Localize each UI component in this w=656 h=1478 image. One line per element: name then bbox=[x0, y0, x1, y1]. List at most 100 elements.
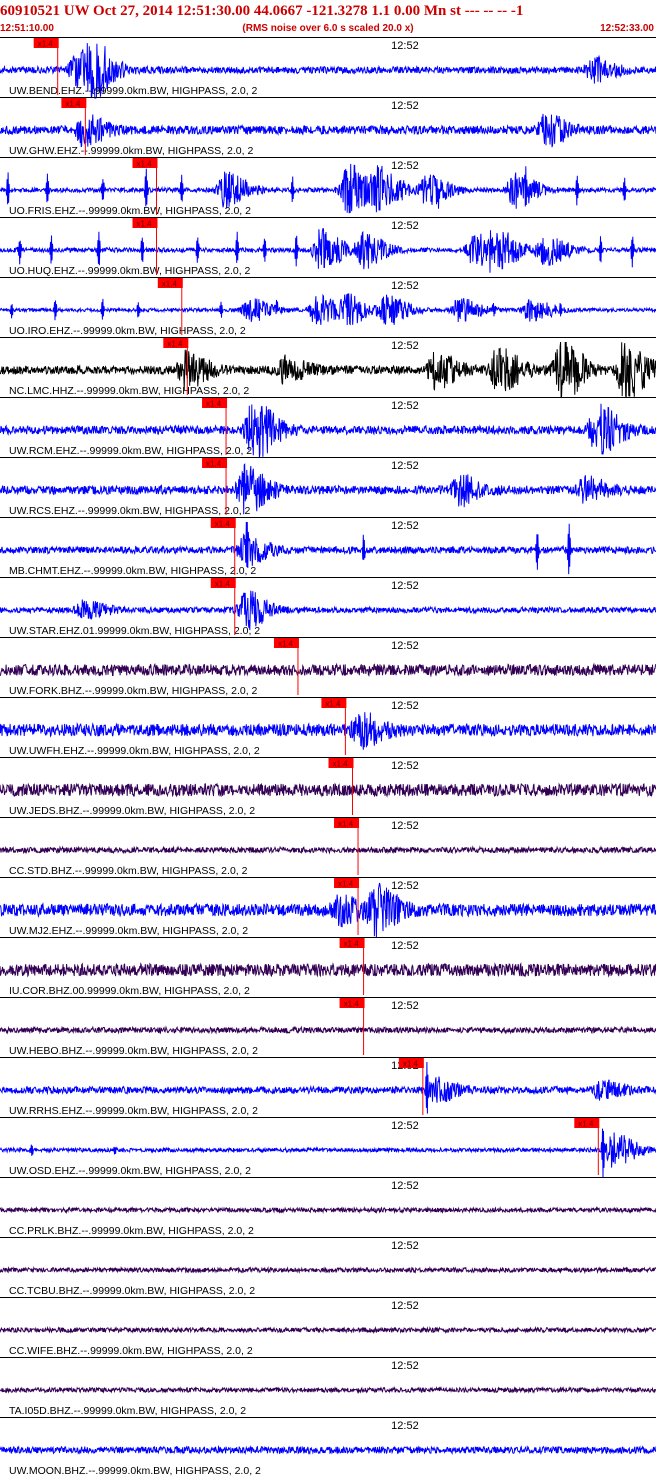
minute-label: 12:52 bbox=[391, 1240, 419, 1252]
station-label: UW.GHW.EHZ.--.99999.0km.BW, HIGHPASS, 2.… bbox=[9, 145, 253, 157]
pick-label: x1.4 bbox=[578, 1120, 594, 1129]
pick-label: x1.4 bbox=[65, 100, 81, 109]
station-label: CC.TCBU.BHZ.--.99999.0km.BW, HIGHPASS, 2… bbox=[9, 1285, 255, 1297]
trace-row: 12:52 UW.JEDS.BHZ.--.99999.0km.BW, HIGHPA… bbox=[0, 757, 656, 817]
seismogram-plot: 12:52 UW.BEND.EHZ.--.99999.0km.BW, HIGHPA… bbox=[0, 37, 656, 1477]
minute-label: 12:52 bbox=[391, 640, 419, 652]
minute-label: 12:52 bbox=[391, 340, 419, 352]
station-label: UW.STAR.EHZ.01.99999.0km.BW, HIGHPASS, 2… bbox=[9, 625, 260, 637]
waveform-trace bbox=[0, 1444, 656, 1456]
minute-label: 12:52 bbox=[391, 280, 419, 292]
minute-label: 12:52 bbox=[391, 400, 419, 412]
minute-label: 12:52 bbox=[391, 880, 419, 892]
trace-row: 12:52 UW.STAR.EHZ.01.99999.0km.BW, HIGHPA… bbox=[0, 577, 656, 637]
minute-label: 12:52 bbox=[391, 220, 419, 232]
minute-label: 12:52 bbox=[391, 40, 419, 52]
station-label: UW.UWFH.EHZ.--.99999.0km.BW, HIGHPASS, 2… bbox=[9, 745, 260, 757]
trace-row: 12:52 UW.RCM.EHZ.--.99999.0km.BW, HIGHPAS… bbox=[0, 397, 656, 458]
station-label: TA.I05D.BHZ.--.99999.0km.BW, HIGHPASS, 2… bbox=[9, 1405, 246, 1417]
station-label: IU.COR.BHZ.00.99999.0km.BW, HIGHPASS, 2.… bbox=[9, 985, 250, 997]
station-label: UW.FORK.BHZ.--.99999.0km.BW, HIGHPASS, 2… bbox=[9, 685, 258, 697]
minute-label: 12:52 bbox=[391, 520, 419, 532]
waveform-trace bbox=[0, 1385, 656, 1395]
pick-label: x1.4 bbox=[325, 700, 341, 709]
minute-label: 12:52 bbox=[391, 1360, 419, 1372]
pick-label: x1.4 bbox=[38, 40, 54, 49]
station-label: UW.BEND.EHZ.--.99999.0km.BW, HIGHPASS, 2… bbox=[9, 85, 258, 97]
waveform-trace bbox=[0, 1265, 656, 1275]
station-label: CC.PRLK.BHZ.--.99999.0km.BW, HIGHPASS, 2… bbox=[9, 1225, 254, 1237]
minute-label: 12:52 bbox=[391, 1180, 419, 1192]
station-label: UW.MJ2.EHZ.--.99999.0km.BW, HIGHPASS, 2.… bbox=[9, 925, 248, 937]
minute-label: 12:52 bbox=[391, 820, 419, 832]
trace-row: 12:52 UW.HEBO.BHZ.--.99999.0km.BW, HIGHPA… bbox=[0, 997, 656, 1057]
waveform-trace bbox=[0, 782, 656, 798]
trace-row: 12:52 UW.RCS.EHZ.--.99999.0km.BW, HIGHPAS… bbox=[0, 457, 656, 517]
station-label: NC.LMC.HHZ.--.99999.0km.BW, HIGHPASS, 2.… bbox=[9, 385, 249, 397]
minute-label: 12:52 bbox=[391, 160, 419, 172]
trace-row: 12:52 TA.I05D.BHZ.--.99999.0km.BW, HIGHPA… bbox=[0, 1357, 656, 1417]
pick-label: x1.4 bbox=[403, 1060, 419, 1069]
end-time: 12:52:33.00 bbox=[600, 23, 654, 34]
waveform-trace bbox=[0, 1025, 656, 1035]
trace-row: 12:52 CC.WIFE.BHZ.--.99999.0km.BW, HIGHPA… bbox=[0, 1297, 656, 1357]
pick-label: x1.4 bbox=[344, 940, 360, 949]
pick-label: x1.4 bbox=[167, 340, 183, 349]
trace-row: 12:52 UO.HUQ.EHZ.--.99999.0km.BW, HIGHPAS… bbox=[0, 217, 656, 277]
waveform-trace bbox=[0, 1325, 656, 1335]
minute-label: 12:52 bbox=[391, 1420, 419, 1432]
trace-row: 12:52 CC.TCBU.BHZ.--.99999.0km.BW, HIGHPA… bbox=[0, 1237, 656, 1297]
trace-row: 12:52 UO.FRIS.EHZ.--.99999.0km.BW, HIGHPA… bbox=[0, 157, 656, 217]
trace-row: 12:52 UW.MJ2.EHZ.--.99999.0km.BW, HIGHPAS… bbox=[0, 877, 656, 938]
station-label: UO.HUQ.EHZ.--.99999.0km.BW, HIGHPASS, 2.… bbox=[9, 265, 251, 277]
trace-row: 12:52 CC.STD.BHZ.--.99999.0km.BW, HIGHPAS… bbox=[0, 817, 656, 877]
trace-row: 12:52 UW.BEND.EHZ.--.99999.0km.BW, HIGHPA… bbox=[0, 37, 656, 99]
trace-row: 12:52 UW.GHW.EHZ.--.99999.0km.BW, HIGHPAS… bbox=[0, 97, 656, 157]
station-label: UW.HEBO.BHZ.--.99999.0km.BW, HIGHPASS, 2… bbox=[9, 1045, 258, 1057]
pick-label: x1.4 bbox=[333, 760, 349, 769]
trace-row: 12:52 UW.UWFH.EHZ.--.99999.0km.BW, HIGHPA… bbox=[0, 697, 656, 757]
trace-row: 12:52 CC.PRLK.BHZ.--.99999.0km.BW, HIGHPA… bbox=[0, 1177, 656, 1237]
minute-label: 12:52 bbox=[391, 100, 419, 112]
station-label: UW.MOON.BHZ.--.99999.0km.BW, HIGHPASS, 2… bbox=[9, 1465, 261, 1477]
pick-label: x1.4 bbox=[206, 400, 222, 409]
station-label: UO.IRO.EHZ.--.99999.0km.BW, HIGHPASS, 2.… bbox=[9, 325, 246, 337]
trace-row: 12:52 UW.OSD.EHZ.--.99999.0km.BW, HIGHPAS… bbox=[0, 1117, 656, 1178]
pick-label: x1.4 bbox=[136, 220, 152, 229]
minute-label: 12:52 bbox=[391, 1300, 419, 1312]
trace-row: 12:52 UO.IRO.EHZ.--.99999.0km.BW, HIGHPAS… bbox=[0, 277, 656, 337]
trace-row: 12:52 IU.COR.BHZ.00.99999.0km.BW, HIGHPAS… bbox=[0, 937, 656, 997]
trace-row: 12:52 UW.FORK.BHZ.--.99999.0km.BW, HIGHPA… bbox=[0, 637, 656, 697]
pick-label: x1.4 bbox=[344, 1000, 360, 1009]
station-label: MB.CHMT.EHZ.--.99999.0km.BW, HIGHPASS, 2… bbox=[9, 565, 256, 577]
minute-label: 12:52 bbox=[391, 700, 419, 712]
minute-label: 12:52 bbox=[391, 460, 419, 472]
station-label: UW.RCS.EHZ.--.99999.0km.BW, HIGHPASS, 2.… bbox=[9, 505, 251, 517]
station-label: CC.STD.BHZ.--.99999.0km.BW, HIGHPASS, 2.… bbox=[9, 865, 248, 877]
minute-label: 12:52 bbox=[391, 580, 419, 592]
station-label: CC.WIFE.BHZ.--.99999.0km.BW, HIGHPASS, 2… bbox=[9, 1345, 253, 1357]
station-label: UW.RCM.EHZ.--.99999.0km.BW, HIGHPASS, 2.… bbox=[9, 445, 252, 457]
pick-label: x1.4 bbox=[136, 160, 152, 169]
trace-row: 12:52UW.RRHS.EHZ.--.99999.0km.BW, HIGHPA… bbox=[0, 1057, 656, 1117]
pick-label: x1.4 bbox=[215, 580, 231, 589]
pick-label: x1.4 bbox=[215, 520, 231, 529]
noise-note: (RMS noise over 6.0 s scaled 20.0 x) bbox=[242, 23, 414, 34]
trace-row: 12:52 UW.MOON.BHZ.--.99999.0km.BW, HIGHPA… bbox=[0, 1417, 656, 1477]
trace-row: 12:52 NC.LMC.HHZ.--.99999.0km.BW, HIGHPAS… bbox=[0, 337, 656, 399]
pick-label: x1.4 bbox=[278, 640, 294, 649]
pick-label: x1.4 bbox=[206, 460, 222, 469]
pick-label: x1.4 bbox=[162, 280, 178, 289]
waveform-trace bbox=[0, 293, 656, 326]
station-label: UO.FRIS.EHZ.--.99999.0km.BW, HIGHPASS, 2… bbox=[9, 205, 251, 217]
waveform-trace bbox=[0, 113, 656, 148]
station-label: UW.RRHS.EHZ.--.99999.0km.BW, HIGHPASS, 2… bbox=[9, 1105, 258, 1117]
waveform-trace bbox=[0, 961, 656, 978]
station-label: UW.OSD.EHZ.--.99999.0km.BW, HIGHPASS, 2.… bbox=[9, 1165, 251, 1177]
station-label: UW.JEDS.BHZ.--.99999.0km.BW, HIGHPASS, 2… bbox=[9, 805, 255, 817]
minute-label: 12:52 bbox=[391, 760, 419, 772]
pick-label: x1.4 bbox=[338, 880, 354, 889]
waveform-trace bbox=[0, 1205, 656, 1215]
minute-label: 12:52 bbox=[391, 940, 419, 952]
trace-row: 12:52 MB.CHMT.EHZ.--.99999.0km.BW, HIGHPA… bbox=[0, 517, 656, 577]
